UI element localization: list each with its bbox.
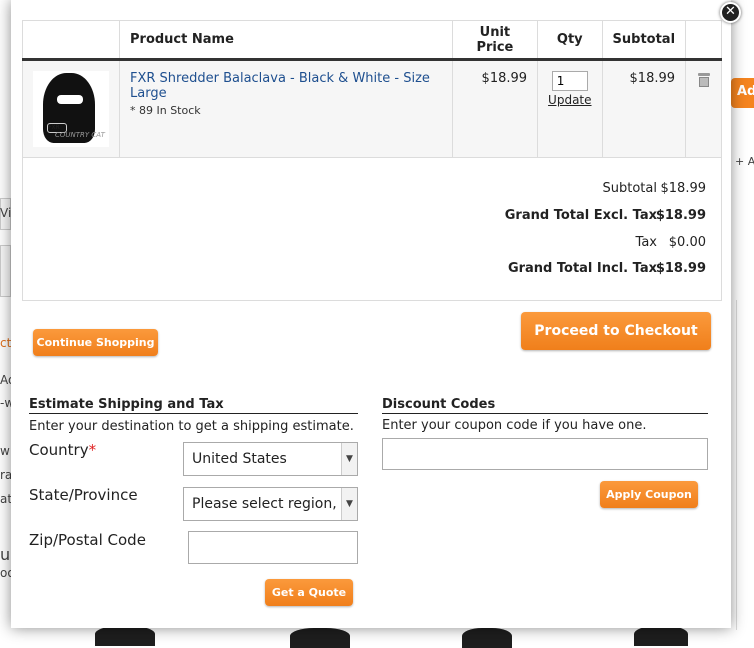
region-select-value: Please select region, state or province — [192, 496, 357, 512]
remove-column-header — [685, 20, 722, 61]
trash-lid — [697, 73, 710, 76]
discount-section-title: Discount Codes — [382, 397, 708, 414]
grand-total-incl-value: $18.99 — [655, 261, 706, 276]
background-product-image — [634, 626, 688, 646]
background-product-image — [95, 626, 155, 646]
apply-coupon-button[interactable]: Apply Coupon — [600, 481, 698, 508]
tax-row: Tax $0.00 — [321, 235, 721, 261]
zip-label: Zip/Postal Code — [29, 531, 146, 549]
trash-icon[interactable] — [697, 73, 711, 87]
subtotal-header: Subtotal — [601, 20, 686, 61]
line-subtotal-value: $18.99 — [601, 59, 686, 158]
cart-table: Product Name Unit Price Qty Subtotal FXR… — [22, 20, 722, 158]
thumb-column-header — [22, 20, 120, 61]
cart-item-remove-cell — [685, 59, 722, 158]
grand-total-incl-label: Grand Total Incl. Tax — [507, 261, 657, 276]
chevron-down-icon: ▼ — [341, 488, 357, 520]
close-icon[interactable]: ✕ — [720, 2, 741, 23]
shipping-help-text: Enter your destination to get a shipping… — [29, 419, 354, 434]
cart-modal: Product Name Unit Price Qty Subtotal FXR… — [11, 0, 731, 628]
qty-header: Qty — [537, 20, 603, 61]
trash-can — [698, 77, 709, 87]
grand-total-excl-label: Grand Total Excl. Tax — [504, 208, 657, 223]
coupon-code-input[interactable] — [382, 438, 708, 470]
background-add-link[interactable]: + A — [735, 155, 754, 168]
subtotal-row: Subtotal $18.99 — [321, 181, 721, 207]
grand-total-incl-row: Grand Total Incl. Tax $18.99 — [321, 261, 721, 287]
qty-input[interactable] — [551, 71, 588, 91]
background-text-4: w — [0, 444, 10, 458]
country-label: Country* — [29, 441, 96, 459]
cart-item-row: FXR COUNTRY CAT FXR Shredder Balaclava -… — [22, 59, 722, 158]
country-select[interactable]: United States ▼ — [183, 442, 358, 476]
grand-total-excl-value: $18.99 — [655, 208, 706, 223]
cart-totals: Subtotal $18.99 Grand Total Excl. Tax $1… — [22, 154, 722, 301]
background-product-image — [462, 628, 512, 648]
product-name-link[interactable]: FXR Shredder Balaclava - Black & White -… — [130, 71, 442, 101]
subtotal-value: $18.99 — [660, 181, 707, 196]
update-qty-link[interactable]: Update — [548, 93, 591, 107]
background-add-to-cart-button[interactable]: Add — [731, 78, 754, 108]
get-quote-button[interactable]: Get a Quote — [265, 579, 353, 606]
stock-status: * 89 In Stock — [130, 104, 201, 117]
tax-label: Tax — [635, 235, 657, 250]
tax-value: $0.00 — [668, 235, 706, 250]
cart-header-row: Product Name Unit Price Qty Subtotal — [22, 20, 722, 61]
country-label-text: Country — [29, 441, 89, 459]
country-select-value: United States — [192, 451, 287, 467]
cart-item-name-cell: FXR Shredder Balaclava - Black & White -… — [119, 59, 453, 158]
region-select[interactable]: Please select region, state or province … — [183, 487, 358, 521]
unit-price-header: Unit Price — [451, 20, 538, 61]
background-divider — [736, 300, 737, 630]
watermark: COUNTRY CAT — [55, 131, 105, 139]
shipping-section-title: Estimate Shipping and Tax — [29, 397, 358, 414]
cart-item-thumb-cell: FXR COUNTRY CAT — [22, 59, 120, 158]
region-label: State/Province — [29, 486, 138, 504]
proceed-to-checkout-button[interactable]: Proceed to Checkout — [521, 312, 711, 350]
product-name-header: Product Name — [119, 20, 453, 61]
discount-help-text: Enter your coupon code if you have one. — [382, 418, 647, 433]
product-thumbnail[interactable]: FXR COUNTRY CAT — [33, 71, 109, 147]
zip-input[interactable] — [188, 531, 358, 564]
unit-price-value: $18.99 — [451, 59, 538, 158]
subtotal-label: Subtotal — [602, 181, 657, 196]
balaclava-eye-opening — [57, 95, 83, 104]
background-box — [0, 245, 11, 297]
grand-total-excl-row: Grand Total Excl. Tax $18.99 — [321, 208, 721, 234]
chevron-down-icon: ▼ — [341, 443, 357, 475]
background-product-image — [290, 628, 350, 648]
required-marker: * — [88, 441, 97, 459]
cart-item-qty-cell: Update — [537, 59, 603, 158]
continue-shopping-button[interactable]: Continue Shopping — [33, 329, 158, 356]
